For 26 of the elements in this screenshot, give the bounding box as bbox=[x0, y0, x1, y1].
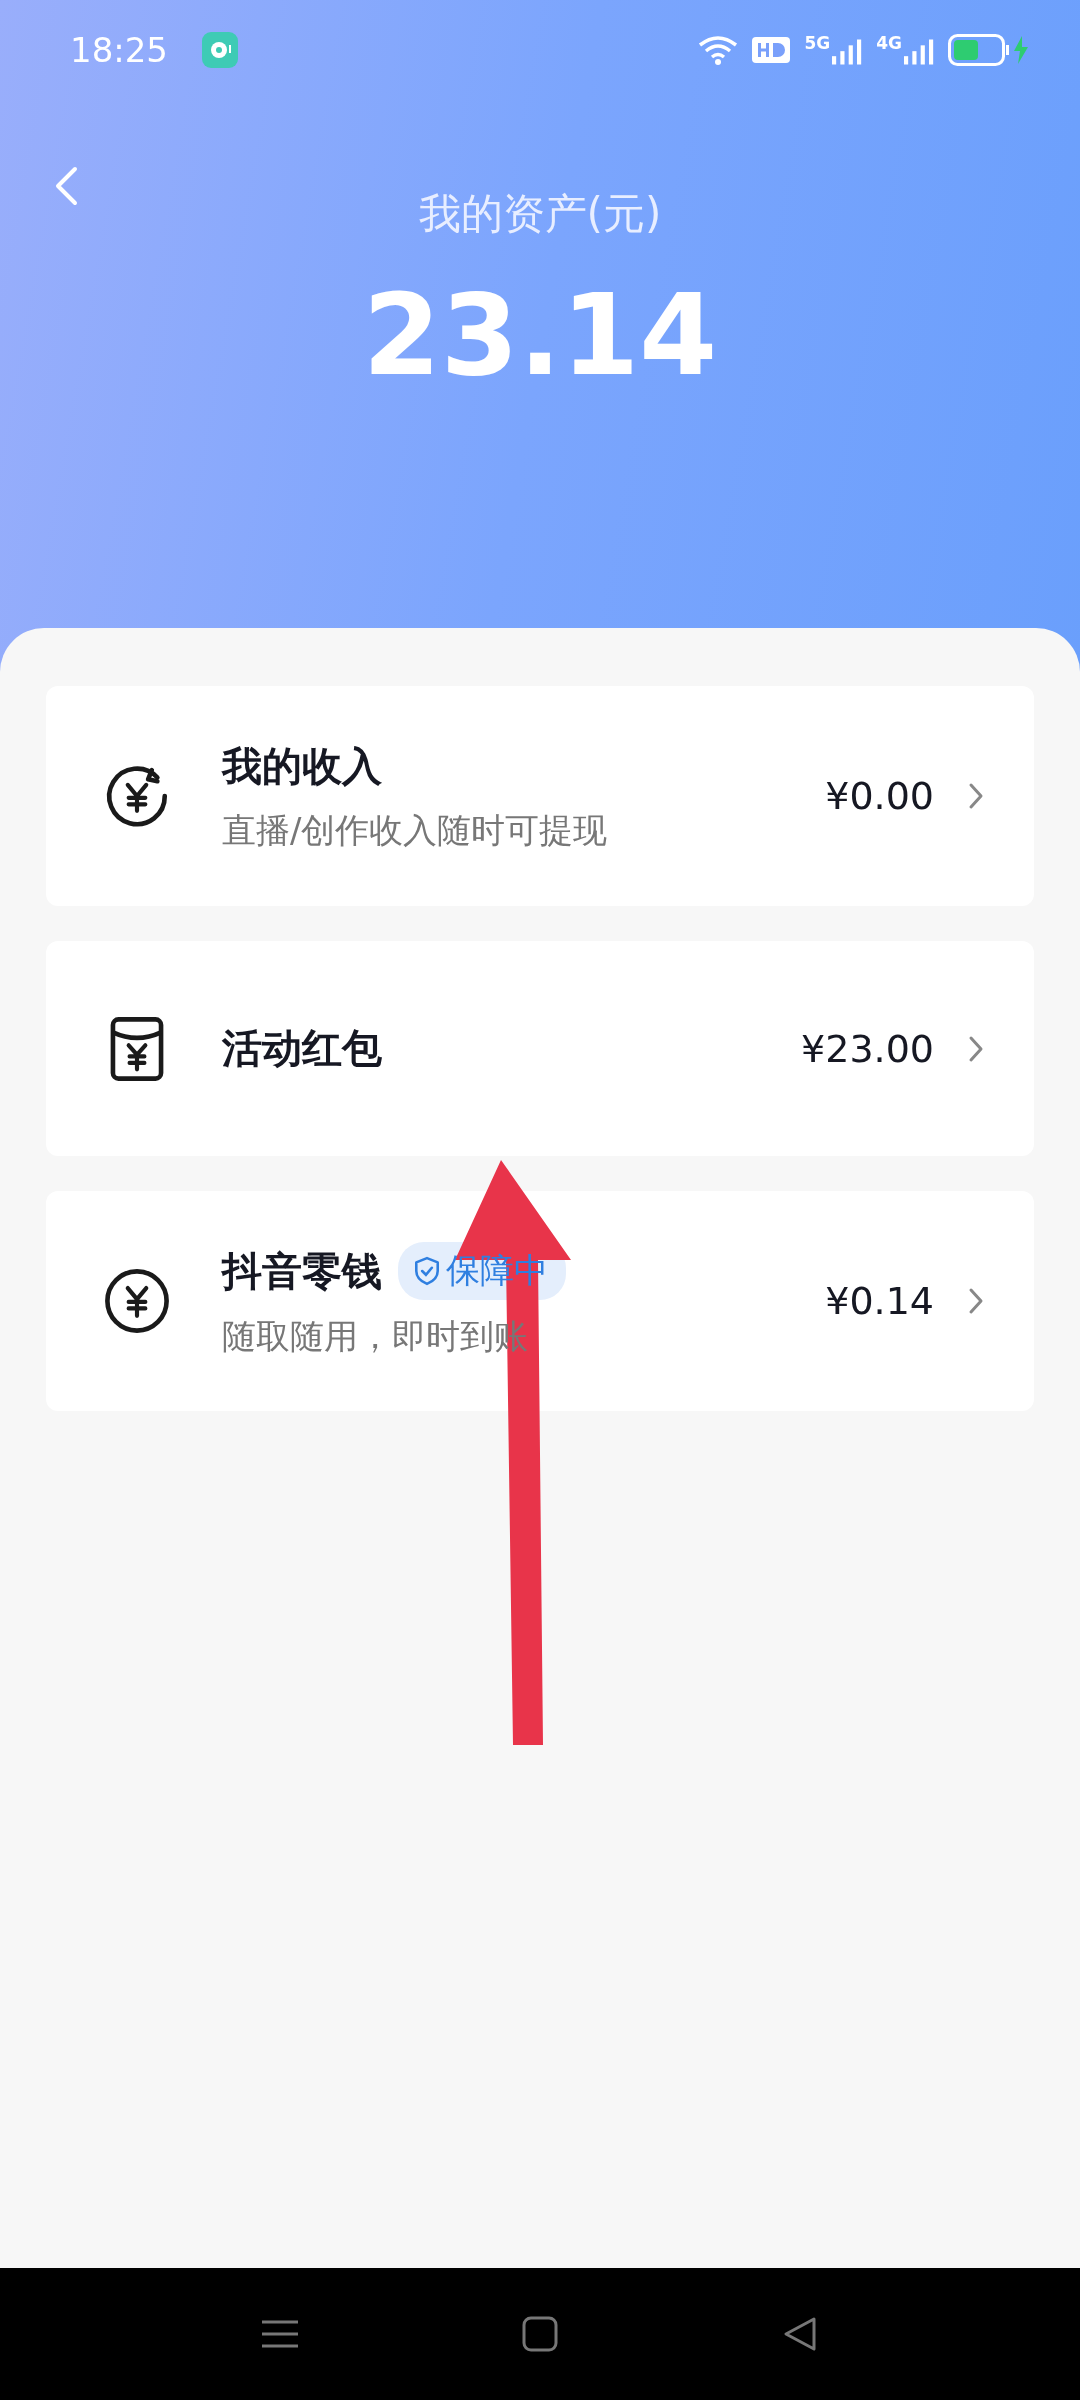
card-amount: ¥0.00 bbox=[825, 774, 934, 818]
hd-icon bbox=[752, 35, 791, 65]
back-nav-icon[interactable] bbox=[782, 2316, 818, 2352]
network-type: 4G bbox=[876, 33, 902, 53]
card-amount: ¥23.00 bbox=[801, 1026, 934, 1071]
battery-charging-icon bbox=[948, 34, 1030, 66]
assets-amount: 23.14 bbox=[362, 270, 718, 400]
shield-check-icon bbox=[414, 1256, 440, 1286]
asset-card[interactable]: 活动红包 ¥23.00 bbox=[46, 941, 1034, 1156]
signal-icon bbox=[832, 37, 863, 67]
chevron-right-icon bbox=[968, 782, 984, 810]
assets-title: 我的资产(元) bbox=[418, 188, 662, 240]
card-subtitle: 直播/创作收入随时可提现 bbox=[222, 808, 609, 852]
network-type: 5G bbox=[804, 33, 831, 53]
asset-card[interactable]: 我的收入 直播/创作收入随时可提现 ¥0.00 bbox=[46, 686, 1034, 906]
wifi-icon bbox=[698, 35, 739, 65]
chevron-right-icon bbox=[968, 1287, 984, 1315]
card-title: 抖音零钱 bbox=[222, 1246, 382, 1296]
chevron-right-icon bbox=[968, 1034, 984, 1063]
card-amount: ¥0.14 bbox=[825, 1279, 934, 1323]
card-title: 我的收入 bbox=[222, 741, 382, 791]
home-icon[interactable] bbox=[522, 2316, 558, 2352]
status-time: 18:25 bbox=[70, 30, 168, 70]
app-notification-icon bbox=[202, 32, 238, 68]
card-title: 活动红包 bbox=[222, 1024, 382, 1073]
signal-icon bbox=[904, 37, 934, 67]
